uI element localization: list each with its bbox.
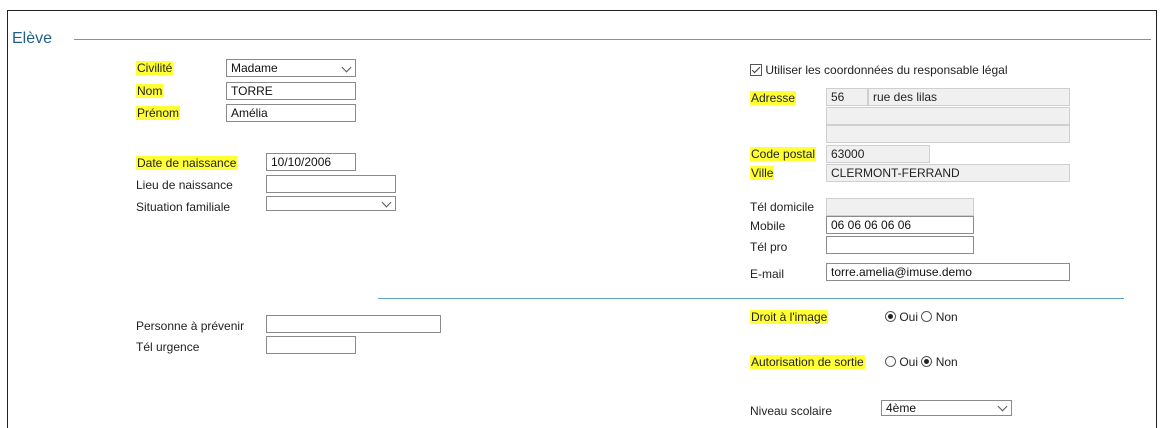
autorisation-sortie-oui-radio[interactable] bbox=[885, 356, 896, 367]
autorisation-sortie-non-label: Non bbox=[935, 355, 958, 369]
lieu-naissance-input[interactable] bbox=[266, 175, 396, 193]
chevron-down-icon bbox=[997, 401, 1008, 412]
adresse-street-input[interactable]: rue des lilas bbox=[868, 88, 1070, 106]
email-label: E-mail bbox=[750, 267, 785, 281]
droit-image-radios: Oui Non bbox=[885, 310, 958, 324]
autorisation-sortie-label: Autorisation de sortie bbox=[750, 355, 865, 369]
use-responsable-row[interactable]: Utiliser les coordonnées du responsable … bbox=[750, 63, 1008, 77]
droit-image-non-radio[interactable] bbox=[921, 311, 933, 322]
chevron-down-icon bbox=[341, 62, 352, 73]
section-title: Elève bbox=[12, 30, 53, 47]
tel-pro-label: Tél pro bbox=[750, 240, 788, 254]
ville-label: Ville bbox=[750, 166, 775, 180]
tel-urgence-input[interactable] bbox=[266, 336, 356, 354]
adresse-line3-input[interactable] bbox=[826, 125, 1070, 143]
niveau-scolaire-value: 4ème bbox=[886, 401, 917, 415]
prenom-label: Prénom bbox=[136, 106, 181, 120]
tel-domicile-label: Tél domicile bbox=[750, 200, 815, 214]
situation-familiale-label: Situation familiale bbox=[136, 200, 231, 214]
mobile-input[interactable]: 06 06 06 06 06 bbox=[826, 216, 974, 234]
autorisation-sortie-non-radio[interactable] bbox=[921, 356, 933, 367]
mobile-label: Mobile bbox=[750, 219, 786, 233]
ville-input[interactable]: CLERMONT-FERRAND bbox=[826, 164, 1070, 182]
prenom-input[interactable]: Amélia bbox=[226, 104, 356, 122]
tel-urgence-label: Tél urgence bbox=[136, 340, 200, 354]
adresse-label: Adresse bbox=[750, 91, 797, 105]
chevron-down-icon bbox=[381, 197, 392, 208]
civilite-select[interactable]: Madame bbox=[226, 59, 356, 77]
tel-pro-input[interactable] bbox=[826, 236, 974, 254]
checkbox-checked-icon[interactable] bbox=[750, 64, 762, 76]
situation-familiale-select[interactable] bbox=[266, 196, 396, 211]
personne-prevenir-input[interactable] bbox=[266, 315, 441, 333]
niveau-scolaire-select[interactable]: 4ème bbox=[881, 400, 1012, 416]
civilite-value: Madame bbox=[231, 61, 278, 75]
nom-input[interactable]: TORRE bbox=[226, 82, 356, 100]
personne-prevenir-label: Personne à prévenir bbox=[136, 319, 245, 333]
middle-divider bbox=[378, 298, 1124, 299]
code-postal-input[interactable]: 63000 bbox=[826, 145, 930, 163]
niveau-scolaire-label: Niveau scolaire bbox=[750, 404, 833, 418]
droit-image-oui-label: Oui bbox=[899, 310, 919, 324]
autorisation-sortie-radios: Oui Non bbox=[885, 355, 958, 369]
tel-domicile-input[interactable] bbox=[826, 198, 974, 216]
civilite-label: Civilité bbox=[136, 61, 174, 75]
code-postal-label: Code postal bbox=[750, 147, 817, 161]
section-divider bbox=[74, 39, 1151, 40]
use-responsable-label: Utiliser les coordonnées du responsable … bbox=[765, 63, 1008, 77]
date-naissance-input[interactable]: 10/10/2006 bbox=[266, 153, 356, 171]
autorisation-sortie-oui-label: Oui bbox=[899, 355, 919, 369]
nom-label: Nom bbox=[136, 84, 164, 98]
email-input[interactable]: torre.amelia@imuse.demo bbox=[826, 263, 1070, 281]
lieu-naissance-label: Lieu de naissance bbox=[136, 178, 233, 192]
droit-image-oui-radio[interactable] bbox=[885, 311, 896, 322]
droit-image-non-label: Non bbox=[935, 310, 958, 324]
date-naissance-label: Date de naissance bbox=[136, 156, 238, 170]
adresse-number-input[interactable]: 56 bbox=[826, 88, 868, 106]
adresse-line2-input[interactable] bbox=[826, 107, 1070, 125]
droit-image-label: Droit à l'image bbox=[750, 310, 829, 324]
